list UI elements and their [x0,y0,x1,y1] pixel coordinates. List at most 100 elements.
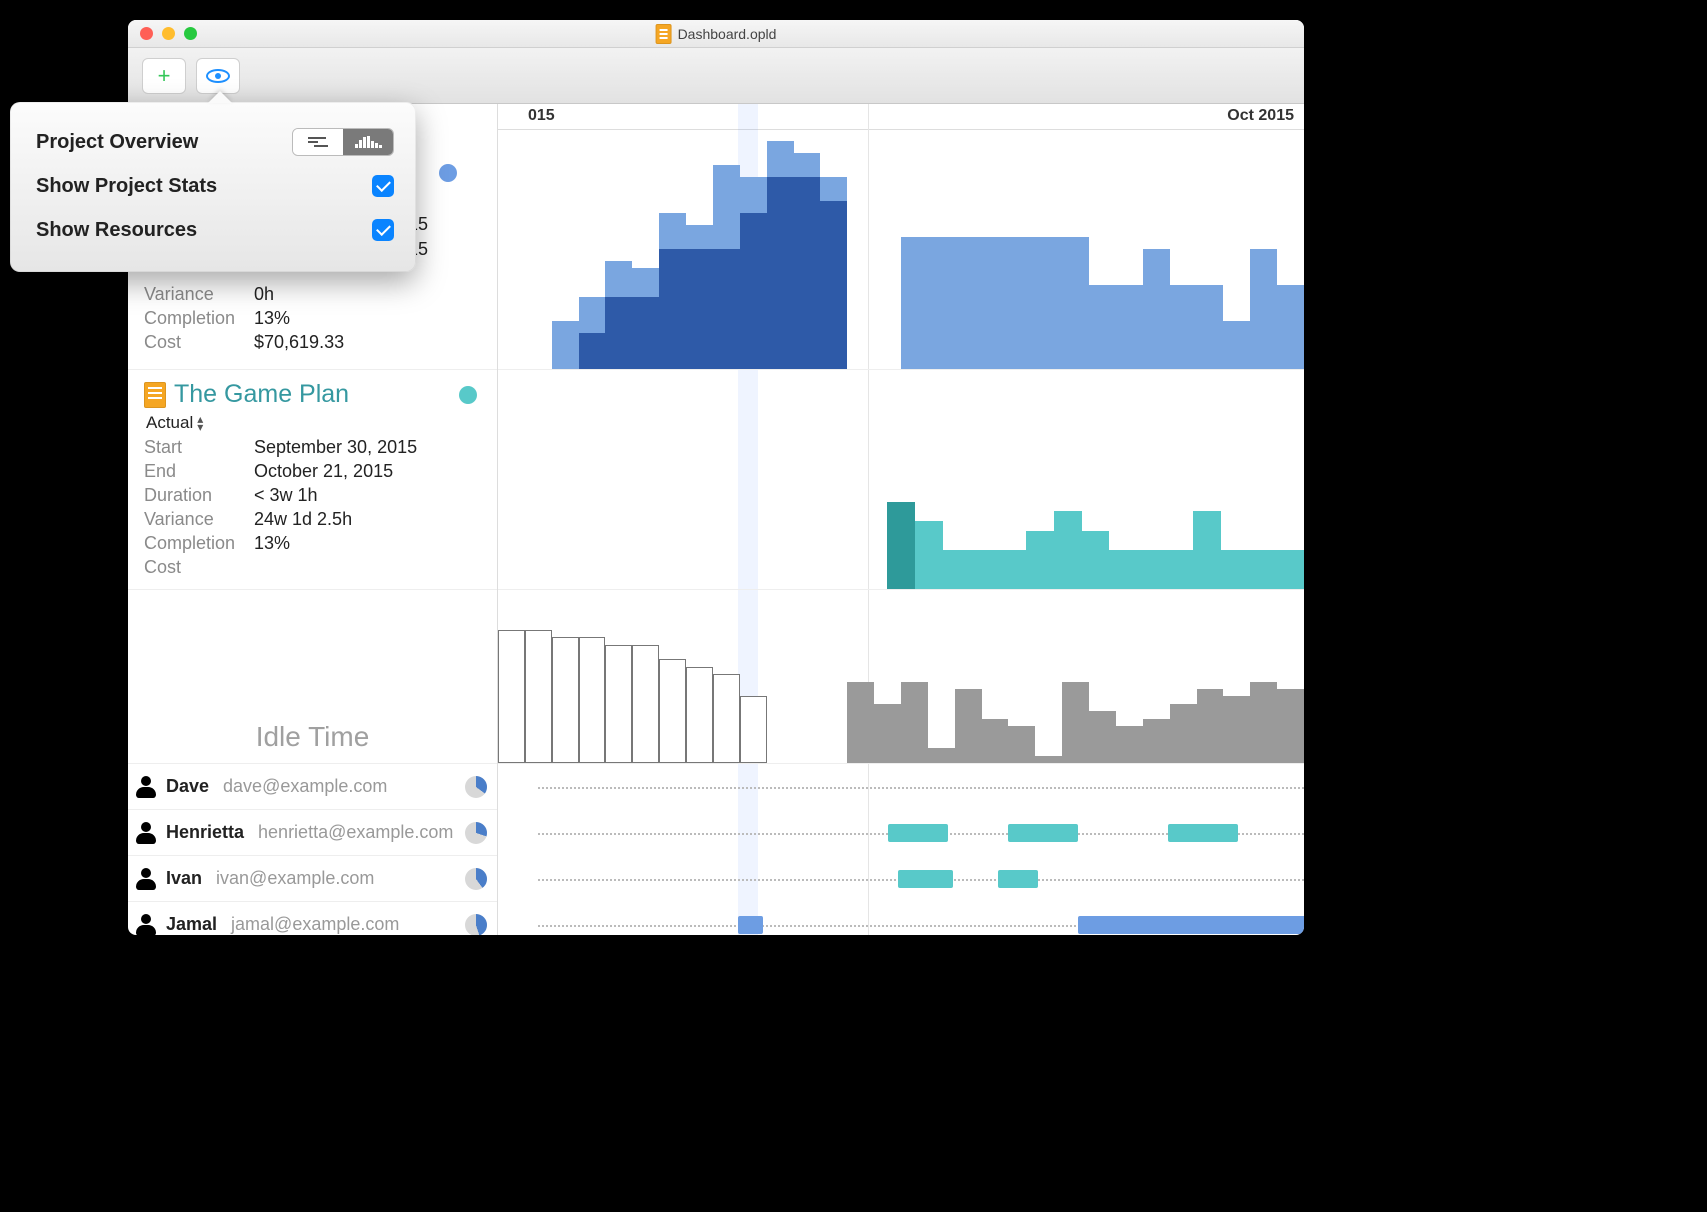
stat-value-start: September 30, 2015 [254,437,497,458]
utilization-pie-icon [465,822,487,844]
eye-icon [206,69,230,83]
show-resources-checkbox[interactable] [372,219,394,241]
show-stats-checkbox[interactable] [372,175,394,197]
bar [943,550,971,589]
view-options-button[interactable] [196,58,240,94]
bar [1170,285,1197,369]
bar [659,249,686,369]
resource-name: Dave [166,776,209,797]
stat-value-end: October 21, 2015 [254,461,497,482]
bar [1165,550,1193,589]
timeline-header: 015 Oct 2015 [498,104,1304,130]
person-icon [136,914,156,936]
task-bar[interactable] [738,916,763,934]
bar [1197,285,1224,369]
bar [982,719,1009,763]
close-button[interactable] [140,27,153,40]
stat-label-variance: Variance [144,284,254,305]
overview-style-segmented[interactable] [292,128,394,156]
bar [1062,237,1089,369]
bar [713,249,740,369]
chart-row-1 [498,396,1304,590]
bar [998,550,1026,589]
resource-row[interactable]: Dave dave@example.com [128,764,497,810]
stat-label-cost: Cost [144,332,254,353]
bar [794,177,821,369]
stat-value-duration: < 3w 1h [254,485,497,506]
bar [1250,249,1277,369]
lane-baseline [538,787,1304,789]
stat-label-variance2: Variance [144,509,254,530]
stat-value-completion2: 13% [254,533,497,554]
window-title-text: Dashboard.opld [678,26,777,42]
resource-name: Henrietta [166,822,244,843]
resource-row[interactable]: Jamal jamal@example.com [128,902,497,935]
add-button[interactable]: + [142,58,186,94]
seg-bars[interactable] [343,129,393,155]
bar [1137,550,1165,589]
idle-time-section: Idle Time [128,590,497,764]
bar [1248,550,1276,589]
bar [955,237,982,369]
gantt-icon [308,137,328,147]
task-bar[interactable] [888,824,948,842]
person-icon [136,822,156,844]
resource-lane [498,902,1304,935]
bar [632,297,659,369]
resource-row[interactable]: Ivan ivan@example.com [128,856,497,902]
stat-label-cost2: Cost [144,557,254,578]
bar [659,659,686,763]
bar [740,696,767,763]
bar [1277,689,1304,763]
bar [915,521,943,589]
document-icon [656,24,672,44]
bar [1193,511,1221,589]
traffic-lights [140,27,197,40]
bar [1276,550,1304,589]
bar [1170,704,1197,763]
timeline-area[interactable]: 015 Oct 2015 [498,104,1304,935]
person-icon [136,868,156,890]
bar [1062,682,1089,763]
bar [1008,237,1035,369]
view-options-popover: Project Overview Show Project Stats Show… [10,102,416,272]
project-icon [144,382,166,408]
resource-row[interactable]: Henrietta henrietta@example.com [128,810,497,856]
bar [1089,711,1116,763]
bar [686,249,713,369]
bar [1197,689,1224,763]
bar [713,674,740,763]
resource-name: Ivan [166,868,202,889]
seg-gantt[interactable] [293,129,343,155]
bar [1008,726,1035,763]
utilization-pie-icon [465,914,487,936]
minimize-button[interactable] [162,27,175,40]
task-bar[interactable] [1008,824,1078,842]
bar [605,297,632,369]
bar [1035,237,1062,369]
stat-label-completion: Completion [144,308,254,329]
popover-overview-label: Project Overview [36,131,198,154]
idle-time-label: Idle Time [256,721,370,753]
utilization-pie-icon [465,776,487,798]
bar [1109,550,1137,589]
titlebar: Dashboard.opld [128,20,1304,48]
toolbar: + [128,48,1304,104]
bar [1250,682,1277,763]
actual-selector[interactable]: Actual ▴▾ [146,413,497,433]
task-bar[interactable] [1168,824,1238,842]
bar [1143,249,1170,369]
chart-row-0 [498,130,1304,370]
task-bar[interactable] [898,870,953,888]
task-bar[interactable] [1078,916,1304,934]
zoom-button[interactable] [184,27,197,40]
stat-value-cost2 [254,557,497,578]
bar [1223,696,1250,763]
bar [1089,285,1116,369]
task-bar[interactable] [998,870,1038,888]
bars-icon [355,136,382,148]
stat-label-end: End [144,461,254,482]
resource-lane [498,810,1304,856]
bar [901,237,928,369]
project-section-2[interactable]: The Game Plan Actual ▴▾ Start September … [128,370,497,590]
